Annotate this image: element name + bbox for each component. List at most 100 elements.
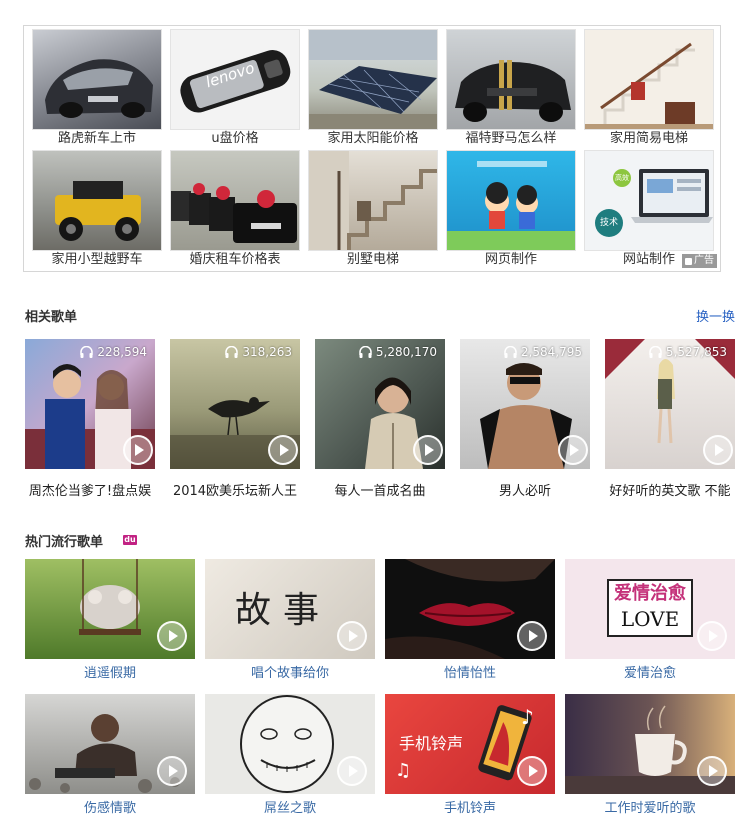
playlist-name[interactable]: 周杰伦当爹了!盘点娱 [25,483,155,501]
ad-item-usb[interactable]: lenovo u盘价格 [170,29,300,148]
ad-circle-efficient: 高效 [613,169,631,187]
hot-playlist-name[interactable]: 屌丝之歌 [205,800,375,818]
playlist-card[interactable]: 5,527,853 好好听的英文歌 不能 [605,339,735,501]
ad-thumb-wedding-car [170,150,300,251]
sponsored-links-box: 路虎新车上市 lenovo u盘价格 家用太阳能价格 福特野马怎么样 家用简易电… [23,25,721,272]
hot-playlist-cover [385,559,555,659]
wedding-cars-image [171,183,297,243]
ad-label: 别墅电梯 [346,252,399,267]
headphone-icon [649,346,662,358]
hot-playlist-cover [25,559,195,659]
hot-playlist-card[interactable]: 手机铃声 ♪ ♫ 手机铃声 [385,694,555,818]
playlist-name[interactable]: 好好听的英文歌 不能 [605,483,735,501]
ad-label: 网页制作 [484,252,537,267]
playlist-cover: 2,584,795 [460,339,590,469]
hot-playlist-cover: 手机铃声 ♪ ♫ [385,694,555,794]
ad-item-home-lift[interactable]: 家用简易电梯 [584,29,714,148]
play-icon[interactable] [517,621,547,651]
ad-thumb-villa-lift [308,150,438,251]
play-icon[interactable] [413,435,443,465]
play-count-value: 2,584,795 [520,345,582,359]
playlist-card[interactable]: 5,280,170 每人一首成名曲 [315,339,445,501]
hot-playlist-name[interactable]: 伤感情歌 [25,800,195,818]
solar-panel-image [309,30,437,129]
stair-lift-image [585,42,713,129]
hot-playlist-card[interactable]: 爱情治愈 LOVE 爱情治愈 [565,559,735,683]
hot-playlist-card[interactable]: 工作时爱听的歌 [565,694,735,818]
villa-stair-lift-image [309,151,437,250]
play-count-value: 5,527,853 [665,345,727,359]
ad-tag-label: 广告 [694,255,714,266]
play-icon[interactable] [703,435,733,465]
ad-thumb-range-rover [32,29,162,130]
hot-playlist-card[interactable]: 屌丝之歌 [205,694,375,818]
play-icon[interactable] [268,435,298,465]
ad-item-range-rover[interactable]: 路虎新车上市 [32,29,162,148]
play-count: 5,280,170 [359,345,437,359]
svg-text:♪: ♪ [521,705,534,729]
playlist-name[interactable]: 男人必听 [460,483,590,501]
ad-tag[interactable]: 广告 [682,254,717,268]
ad-item-offroad[interactable]: 家用小型越野车 [32,150,162,269]
play-icon[interactable] [157,621,187,651]
playlist-name[interactable]: 每人一首成名曲 [315,483,445,501]
play-icon[interactable] [123,435,153,465]
ad-label: 路虎新车上市 [57,131,136,146]
ad-item-villa-lift[interactable]: 别墅电梯 [308,150,438,269]
ad-label: 福特野马怎么样 [465,131,557,146]
hot-playlist-cover [205,694,375,794]
yellow-jeep-image [55,181,141,241]
ad-thumb-usb: lenovo [170,29,300,130]
ad-label: 家用小型越野车 [51,252,143,267]
ad-thumb-offroad [32,150,162,251]
play-icon[interactable] [337,621,367,651]
hot-playlist-name[interactable]: 逍遥假期 [25,665,195,683]
play-count: 228,594 [80,345,147,359]
playlist-card[interactable]: 228,594 周杰伦当爹了!盘点娱 [25,339,155,501]
ad-label: 家用太阳能价格 [327,131,419,146]
headphone-icon [359,346,372,358]
hot-playlist-card[interactable]: 逍遥假期 [25,559,195,683]
play-icon[interactable] [558,435,588,465]
playlist-name[interactable]: 2014欧美乐坛新人王 [170,483,300,501]
ad-item-mustang[interactable]: 福特野马怎么样 [446,29,576,148]
hot-playlists-title: 热门流行歌单 [25,535,104,550]
hot-playlist-name[interactable]: 怡情怡性 [385,665,555,683]
related-playlists-title: 相关歌单 [25,310,78,325]
love-card-en: LOVE [620,607,680,631]
ad-item-webpage[interactable]: 网页制作 [446,150,576,269]
headphone-icon [80,346,94,358]
play-count: 2,584,795 [504,345,582,359]
play-icon[interactable] [697,756,727,786]
hot-playlist-card[interactable]: 伤感情歌 [25,694,195,818]
playlist-cover: 5,527,853 [605,339,735,469]
hot-playlist-name[interactable]: 爱情治愈 [565,665,735,683]
ad-item-solar[interactable]: 家用太阳能价格 [308,29,438,148]
ad-item-wedding-car[interactable]: 婚庆租车价格表 [170,150,300,269]
ad-item-website[interactable]: 高效 技术 网站制作 [584,150,714,269]
love-card-cn: 爱情治愈 [614,583,686,604]
ad-label: 婚庆租车价格表 [189,252,281,267]
hot-playlist-cover: 爱情治愈 LOVE [565,559,735,659]
hot-playlist-name[interactable]: 唱个故事给你 [205,665,375,683]
playlist-cover: 318,263 [170,339,300,469]
du-badge-icon: du [123,535,137,545]
hot-playlist-card[interactable]: 怡情怡性 [385,559,555,683]
change-batch-link[interactable]: 换一换 [696,306,735,325]
car-image [45,59,153,118]
play-icon[interactable] [697,621,727,651]
ad-label: u盘价格 [211,131,259,146]
playlist-card[interactable]: 318,263 2014欧美乐坛新人王 [170,339,300,501]
ad-circle-tech: 技术 [595,209,623,237]
play-icon[interactable] [157,756,187,786]
hot-playlist-cover [565,694,735,794]
hot-playlist-card[interactable]: 故事 唱个故事给你 [205,559,375,683]
play-icon[interactable] [337,756,367,786]
playlist-card[interactable]: 2,584,795 男人必听 [460,339,590,501]
hot-playlist-name[interactable]: 工作时爱听的歌 [565,800,735,818]
love-card: 爱情治愈 LOVE [607,579,693,637]
ad-thumb-home-lift [584,29,714,130]
hot-playlist-name[interactable]: 手机铃声 [385,800,555,818]
play-icon[interactable] [517,756,547,786]
svg-text:♫: ♫ [395,760,411,781]
